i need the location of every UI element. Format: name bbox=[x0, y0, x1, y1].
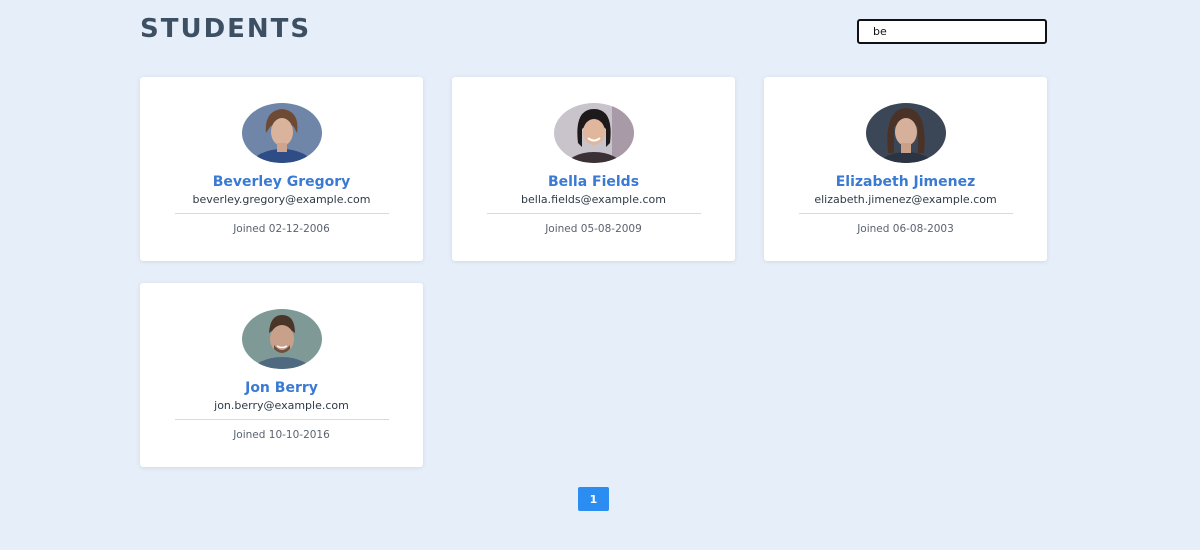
avatar bbox=[241, 103, 322, 163]
student-name[interactable]: Bella Fields bbox=[452, 173, 735, 191]
student-name[interactable]: Elizabeth Jimenez bbox=[764, 173, 1047, 191]
joined-date: Joined 02-12-2006 bbox=[140, 222, 423, 236]
card-divider bbox=[798, 213, 1013, 214]
student-card[interactable]: Beverley Gregory beverley.gregory@exampl… bbox=[140, 77, 423, 261]
joined-date: Joined 05-08-2009 bbox=[452, 222, 735, 236]
students-page: STUDENTS Beverley Gregory beverley.grego… bbox=[0, 0, 1200, 550]
joined-prefix: Joined bbox=[857, 223, 893, 235]
avatar bbox=[865, 103, 946, 163]
pagination: 1 bbox=[578, 487, 609, 511]
student-photo-icon bbox=[865, 103, 946, 163]
avatar bbox=[241, 309, 322, 369]
student-photo-icon bbox=[553, 103, 634, 163]
student-email: bella.fields@example.com bbox=[521, 193, 666, 206]
student-photo-icon bbox=[241, 103, 322, 163]
student-card[interactable]: Jon Berry jon.berry@example.com Joined 1… bbox=[140, 283, 423, 467]
joined-value: 02-12-2006 bbox=[268, 223, 330, 235]
search-input[interactable] bbox=[857, 19, 1047, 44]
joined-prefix: Joined bbox=[233, 429, 269, 441]
student-name[interactable]: Beverley Gregory bbox=[140, 173, 423, 191]
page-title: STUDENTS bbox=[140, 14, 312, 44]
joined-value: 05-08-2009 bbox=[580, 223, 642, 235]
card-divider bbox=[174, 419, 389, 420]
card-divider bbox=[486, 213, 701, 214]
student-email: beverley.gregory@example.com bbox=[192, 193, 371, 206]
student-card[interactable]: Bella Fields bella.fields@example.com Jo… bbox=[452, 77, 735, 261]
card-divider bbox=[174, 213, 389, 214]
student-photo-icon bbox=[241, 309, 322, 369]
joined-prefix: Joined bbox=[233, 223, 269, 235]
student-name[interactable]: Jon Berry bbox=[140, 379, 423, 397]
page-button-1[interactable]: 1 bbox=[578, 487, 609, 511]
avatar bbox=[553, 103, 634, 163]
joined-date: Joined 10-10-2016 bbox=[140, 428, 423, 442]
joined-prefix: Joined bbox=[545, 223, 581, 235]
joined-date: Joined 06-08-2003 bbox=[764, 222, 1047, 236]
student-card[interactable]: Elizabeth Jimenez elizabeth.jimenez@exam… bbox=[764, 77, 1047, 261]
joined-value: 10-10-2016 bbox=[268, 429, 330, 441]
student-card-grid: Beverley Gregory beverley.gregory@exampl… bbox=[140, 77, 1047, 467]
student-email: jon.berry@example.com bbox=[214, 399, 349, 412]
joined-value: 06-08-2003 bbox=[892, 223, 954, 235]
student-email: elizabeth.jimenez@example.com bbox=[814, 193, 997, 206]
